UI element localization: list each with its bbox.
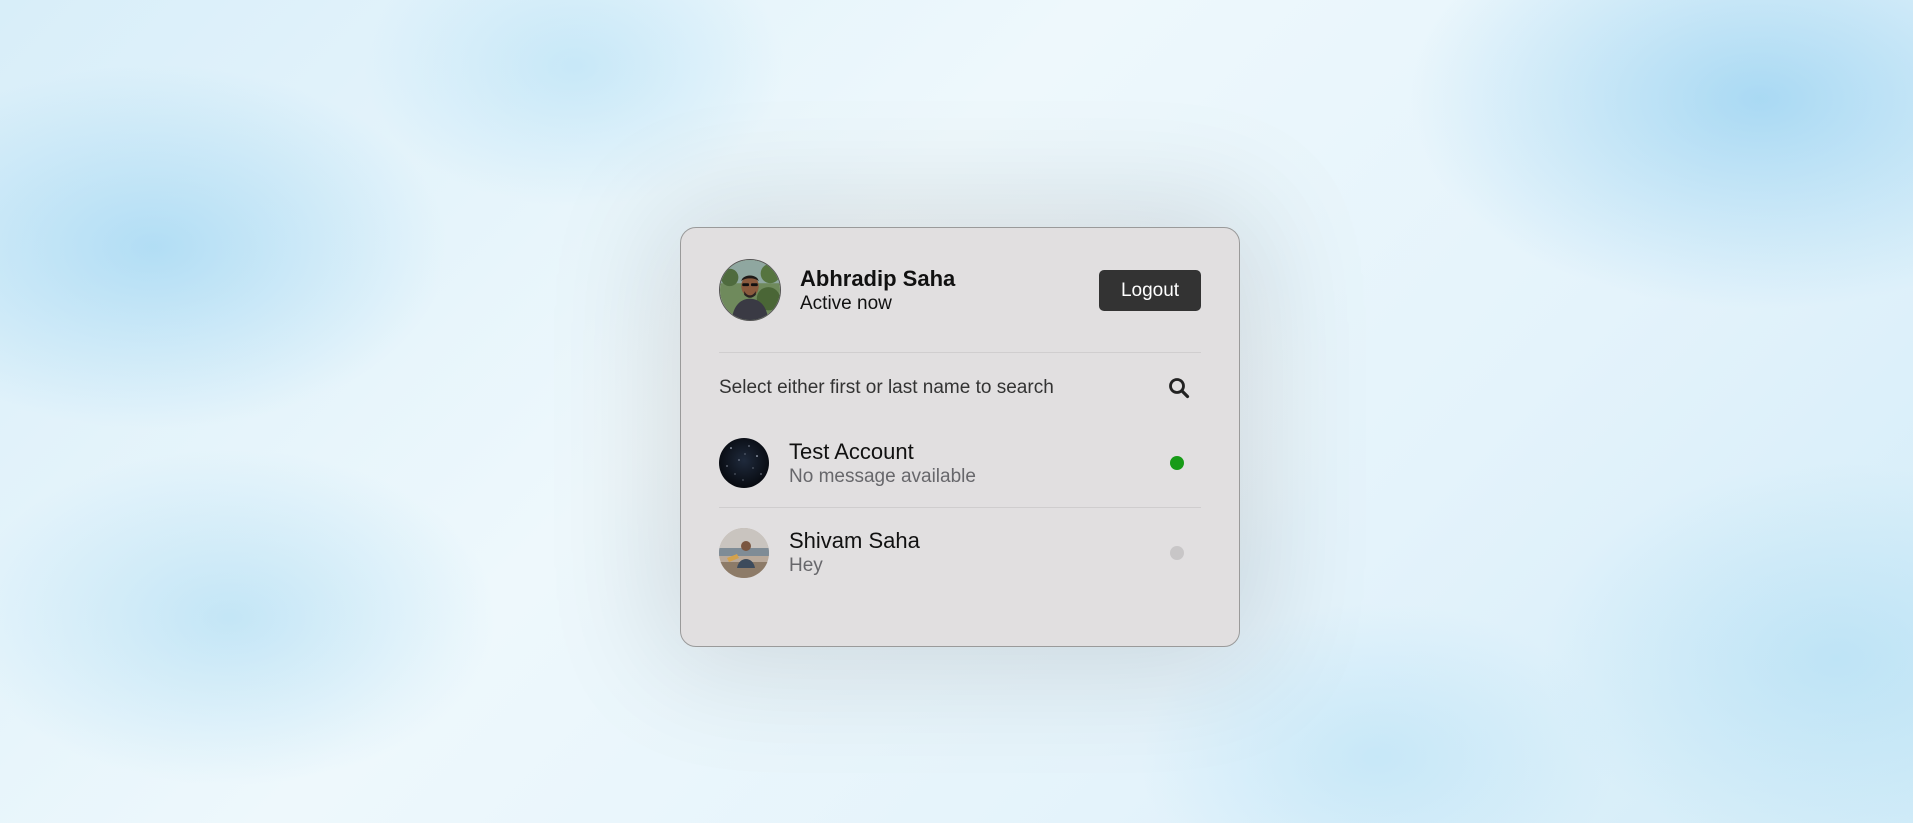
user-last-message: Hey	[789, 555, 823, 576]
user-last-message: No message available	[789, 465, 976, 487]
user-avatar	[719, 438, 769, 488]
search-button[interactable]	[1157, 366, 1201, 410]
user-details: Test Account No message available	[789, 439, 976, 488]
user-name: Shivam Saha	[789, 528, 920, 553]
search-text: Select either first or last name to sear…	[719, 377, 1054, 398]
user-photo-icon	[719, 527, 769, 578]
chat-users-panel: Abhradip Saha Active now Logout Select e…	[680, 227, 1240, 647]
user-name: Test Account	[789, 438, 914, 464]
profile-name: Abhradip Saha	[800, 265, 956, 291]
search-icon	[1169, 378, 1190, 399]
logout-button[interactable]: Logout	[1099, 269, 1201, 311]
profile-header: Abhradip Saha Active now Logout	[719, 228, 1201, 353]
user-avatar	[719, 527, 769, 578]
user-list-item[interactable]: Test Account No message available	[719, 419, 1201, 508]
profile-status: Active now	[800, 292, 892, 314]
user-photo-icon	[719, 438, 769, 488]
offline-status-dot	[1170, 545, 1184, 560]
user-list-item[interactable]: Shivam Saha Hey	[719, 508, 1201, 597]
profile-photo-icon	[720, 260, 780, 320]
current-user: Abhradip Saha Active now	[719, 259, 955, 321]
profile-details: Abhradip Saha Active now	[800, 266, 955, 315]
users-list: Test Account No message available Shivam…	[719, 419, 1201, 597]
user-list-item-content: Test Account No message available	[719, 438, 976, 488]
user-list-item-content: Shivam Saha Hey	[719, 527, 920, 578]
user-details: Shivam Saha Hey	[789, 528, 920, 577]
online-status-dot	[1170, 456, 1184, 470]
profile-avatar	[719, 259, 781, 321]
search-bar: Select either first or last name to sear…	[719, 363, 1201, 413]
